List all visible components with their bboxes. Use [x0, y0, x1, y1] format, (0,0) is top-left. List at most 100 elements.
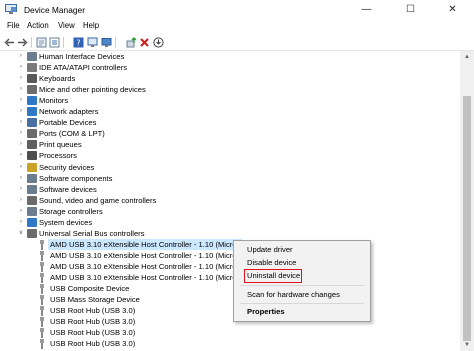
usb-device-row[interactable]: USB Root Hub (USB 3.0) [0, 316, 460, 328]
tree-category-row[interactable]: › Mice and other pointing devices [0, 84, 460, 95]
toolbar-separator [31, 37, 32, 48]
tree-category-label: Print queues [39, 140, 82, 150]
tree-category-row[interactable]: › Monitors [0, 95, 460, 106]
usb-device-label: AMD USB 3.10 eXtensible Host Controller … [50, 261, 241, 271]
tree-category-row[interactable]: › Storage controllers [0, 206, 460, 217]
expand-arrow-icon[interactable]: › [17, 206, 25, 217]
menu-update-driver[interactable]: Update driver [247, 244, 293, 256]
usb-icon [39, 273, 45, 283]
usb-icon [39, 239, 45, 250]
usb-device-row[interactable]: USB Root Hub (USB 3.0) [0, 327, 460, 339]
device-icon[interactable] [86, 36, 98, 48]
expand-arrow-icon[interactable]: › [17, 162, 25, 173]
usb-device-row[interactable]: USB Composite Device [0, 283, 460, 295]
expand-arrow-icon[interactable]: › [17, 117, 25, 128]
scan-icon[interactable] [152, 36, 164, 48]
scrollbar-thumb[interactable] [463, 96, 471, 341]
software-device-icon [27, 184, 37, 194]
portable-icon [27, 118, 37, 128]
tree-category-row[interactable]: › Ports (COM & LPT) [0, 128, 460, 139]
back-arrow-icon[interactable] [3, 36, 15, 48]
usb-icon [39, 250, 45, 261]
network-icon [27, 107, 37, 117]
close-button[interactable]: ✕ [437, 0, 468, 20]
device-tree[interactable]: › Human Interface Devices › IDE ATA/ATAPI c… [0, 51, 460, 351]
expand-arrow-icon[interactable]: › [17, 73, 25, 84]
usb-device-row[interactable]: AMD USB 3.10 eXtensible Host Controller … [0, 272, 460, 283]
usb-device-row[interactable]: USB Root Hub (USB 3.0) [0, 305, 460, 317]
system-icon [27, 217, 37, 227]
usb-icon [39, 261, 45, 272]
tree-category-row[interactable]: › Processors [0, 150, 460, 161]
tree-category-label: Ports (COM & LPT) [39, 129, 105, 139]
tree-category-label: Security devices [39, 162, 95, 172]
expand-arrow-icon[interactable]: › [17, 195, 25, 206]
tree-category-row[interactable]: ∨ Universal Serial Bus controllers [0, 228, 460, 239]
usb-device-row[interactable]: USB Mass Storage Device [0, 294, 460, 306]
vertical-scrollbar[interactable]: ▲ ▼ [460, 51, 474, 351]
usb-device-label: AMD USB 3.10 eXtensible Host Controller … [50, 250, 241, 260]
menu-scan-hardware[interactable]: Scan for hardware changes [247, 289, 340, 301]
menu-file[interactable]: File [7, 21, 20, 30]
tree-category-row[interactable]: › Keyboards [0, 73, 460, 84]
menu-disable-device[interactable]: Disable device [247, 257, 296, 269]
usb-icon [39, 284, 45, 295]
uninstall-icon[interactable] [138, 36, 150, 48]
tree-category-row[interactable]: › Software devices [0, 184, 460, 195]
tree-category-row[interactable]: › IDE ATA/ATAPI controllers [0, 62, 460, 73]
monitor-toolbar-icon[interactable] [100, 36, 112, 48]
scroll-up-arrow-icon[interactable]: ▲ [460, 51, 474, 63]
usb-device-label: AMD USB 3.10 eXtensible Host Controller … [50, 273, 241, 282]
usb-device-row[interactable]: AMD USB 3.10 eXtensible Host Controller … [0, 261, 460, 272]
usb-device-row[interactable]: USB Root Hub (USB 3.0) [0, 338, 460, 350]
forward-arrow-icon[interactable] [16, 36, 28, 48]
tree-category-row[interactable]: › Network adapters [0, 106, 460, 117]
expand-arrow-icon[interactable]: › [17, 84, 25, 95]
menu-help[interactable]: Help [83, 21, 99, 30]
maximize-button[interactable]: ☐ [395, 0, 426, 20]
minimize-button[interactable]: — [351, 0, 382, 20]
printer-icon [27, 140, 37, 150]
menu-action[interactable]: Action [27, 21, 49, 30]
mouse-icon [27, 85, 37, 95]
help-icon[interactable]: ? [72, 36, 84, 48]
sound-icon [27, 195, 37, 205]
usb-device-row[interactable]: AMD USB 3.10 eXtensible Host Controller … [0, 238, 460, 250]
update-driver-icon[interactable] [125, 36, 137, 48]
tree-category-label: System devices [39, 217, 93, 227]
expand-arrow-icon[interactable]: › [17, 217, 25, 228]
collapse-arrow-icon[interactable]: ∨ [17, 228, 25, 239]
tree-category-row[interactable]: › Sound, video and game controllers [0, 195, 460, 206]
usb-device-label: AMD USB 3.10 eXtensible Host Controller … [48, 238, 243, 250]
expand-arrow-icon[interactable]: › [17, 184, 25, 195]
tree-category-row[interactable]: › Security devices [0, 162, 460, 173]
scroll-down-arrow-icon[interactable]: ▼ [460, 339, 474, 351]
properties-icon[interactable] [35, 36, 47, 48]
svg-text:?: ? [76, 38, 80, 47]
device-manager-icon [5, 4, 17, 14]
menu-separator [240, 285, 364, 286]
expand-arrow-icon[interactable]: › [17, 51, 25, 62]
tree-category-label: Universal Serial Bus controllers [39, 228, 145, 238]
expand-arrow-icon[interactable]: › [17, 150, 25, 161]
expand-arrow-icon[interactable]: › [17, 95, 25, 106]
tree-category-row[interactable]: › Software components [0, 173, 460, 184]
menu-uninstall-device[interactable]: Uninstall device [247, 270, 300, 282]
show-hidden-icon[interactable] [48, 36, 60, 48]
usb-device-row[interactable]: AMD USB 3.10 eXtensible Host Controller … [0, 250, 460, 261]
tree-category-row[interactable]: › Portable Devices [0, 117, 460, 128]
menu-view[interactable]: View [58, 21, 75, 30]
expand-arrow-icon[interactable]: › [17, 139, 25, 150]
expand-arrow-icon[interactable]: › [17, 62, 25, 73]
tree-category-row[interactable]: › Print queues [0, 139, 460, 150]
expand-arrow-icon[interactable]: › [17, 173, 25, 184]
menu-properties[interactable]: Properties [247, 306, 285, 318]
expand-arrow-icon[interactable]: › [17, 128, 25, 139]
menu-separator [240, 303, 364, 304]
expand-arrow-icon[interactable]: › [17, 106, 25, 117]
window-title: Device Manager [24, 5, 85, 15]
tree-category-label: Portable Devices [39, 118, 97, 128]
tree-category-row[interactable]: › System devices [0, 217, 460, 228]
tree-category-row[interactable]: › Human Interface Devices [0, 51, 460, 62]
tree-category-label: IDE ATA/ATAPI controllers [39, 63, 128, 73]
